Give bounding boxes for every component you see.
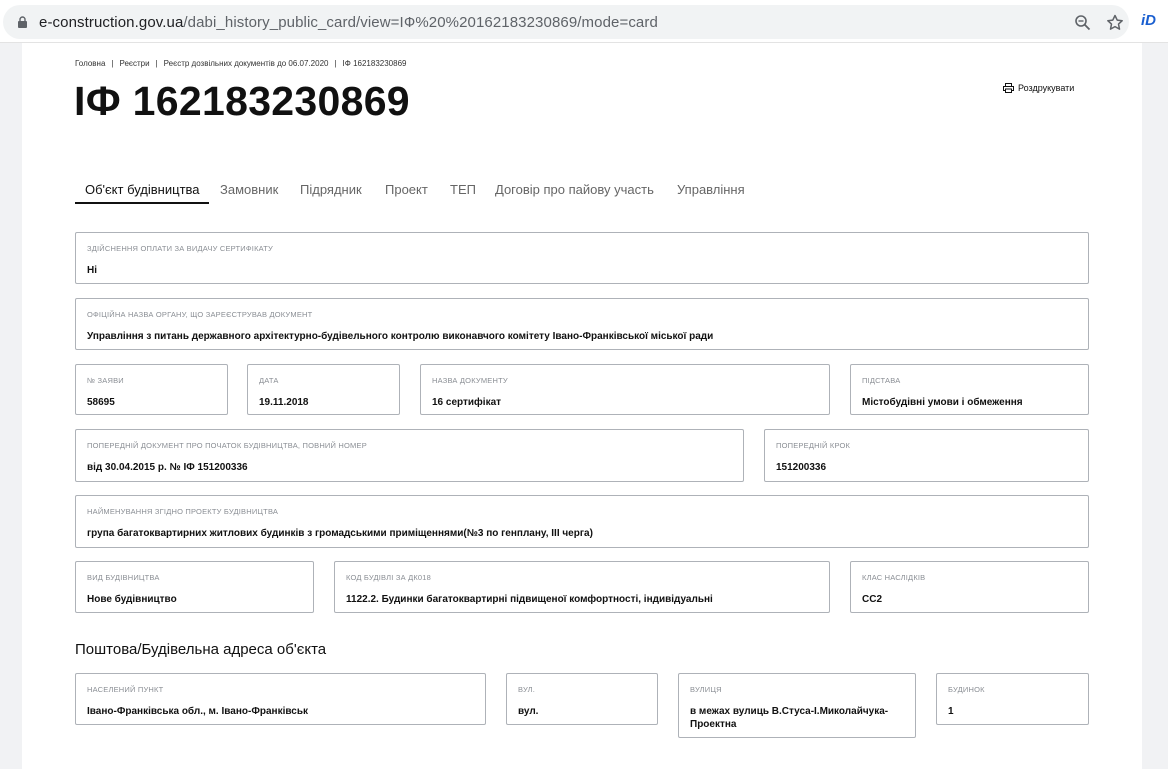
browser-toolbar: e-construction.gov.ua/dabi_history_publi… xyxy=(0,0,1168,43)
field-value: вул. xyxy=(518,706,539,717)
field-project-name: Найменування згідно проекту будівництва … xyxy=(75,495,1089,548)
print-button[interactable]: Роздрукувати xyxy=(1003,83,1074,93)
page-content: Головна | Реєстри | Реєстр дозвільних докуме… xyxy=(22,43,1142,769)
lock-icon[interactable] xyxy=(17,16,28,28)
field-label: Код будівлі за ДК018 xyxy=(346,573,432,582)
field-application-no: № заяви 58695 xyxy=(75,364,228,415)
field-document-name: Назва документу 16 сертифікат xyxy=(420,364,830,415)
field-building: Будинок 1 xyxy=(936,673,1089,725)
field-label: Найменування згідно проекту будівництва xyxy=(87,507,279,516)
field-street: Вулиця в межах вулиць В.Стуса-І.Миколайч… xyxy=(678,673,916,738)
field-street-type: Вул. вул. xyxy=(506,673,658,725)
field-value: 1 xyxy=(948,706,954,717)
page-title: IФ 162183230869 xyxy=(74,78,410,124)
field-label: Попередній документ про початок будівниц… xyxy=(87,441,367,450)
field-value: від 30.04.2015 р. № IФ 151200336 xyxy=(87,462,248,473)
field-label: Назва документу xyxy=(432,376,508,385)
breadcrumb-separator: | xyxy=(111,59,114,68)
tab-contractor[interactable]: Підрядник xyxy=(300,182,362,197)
field-label: Офіційна назва органу, що зареєстрував д… xyxy=(87,310,313,319)
field-basis: Підстава Містобудівні умови і обмеження xyxy=(850,364,1089,415)
tab-customer[interactable]: Замовник xyxy=(220,182,278,197)
field-value: Містобудівні умови і обмеження xyxy=(862,397,1023,408)
field-label: Вулиця xyxy=(690,685,722,694)
printer-icon xyxy=(1003,83,1014,93)
field-value: 151200336 xyxy=(776,462,827,473)
field-previous-document: Попередній документ про початок будівниц… xyxy=(75,429,744,482)
field-value: 16 сертифікат xyxy=(432,397,502,408)
field-label: Дата xyxy=(259,376,279,385)
field-date: Дата 19.11.2018 xyxy=(247,364,400,415)
print-label: Роздрукувати xyxy=(1018,83,1075,93)
field-settlement: Населений пункт Івано-Франківська обл., … xyxy=(75,673,486,725)
tab-contract[interactable]: Договір про пайову участь xyxy=(495,182,654,197)
field-value: Івано-Франківська обл., м. Івано-Франків… xyxy=(87,706,308,717)
field-payment: Здійснення оплати за видачу сертифікату … xyxy=(75,232,1089,284)
field-label: Клас наслідків xyxy=(862,573,926,582)
field-value: 1122.2. Будинки багатоквартирні підвищен… xyxy=(346,594,713,605)
field-label: Вул. xyxy=(518,685,536,694)
active-tab-indicator xyxy=(75,202,209,204)
field-label: Вид будівництва xyxy=(87,573,160,582)
field-label: Населений пункт xyxy=(87,685,164,694)
field-construction-type: Вид будівництва Нове будівництво xyxy=(75,561,314,613)
url-path: /dabi_history_public_card/view=IФ%20%201… xyxy=(183,14,658,31)
field-label: Будинок xyxy=(948,685,985,694)
field-previous-step: Попередній крок 151200336 xyxy=(764,429,1089,482)
breadcrumb: Головна | Реєстри | Реєстр дозвільних докуме… xyxy=(75,59,406,68)
tab-management[interactable]: Управління xyxy=(677,182,745,197)
breadcrumb-registries[interactable]: Реєстри xyxy=(119,59,149,68)
breadcrumb-registry[interactable]: Реєстр дозвільних документів до 06.07.20… xyxy=(164,59,329,68)
address-section-title: Поштова/Будівельна адреса об'єкта xyxy=(75,641,327,658)
tab-tep[interactable]: ТЕП xyxy=(450,182,476,197)
field-value: Управління з питань державного архітекту… xyxy=(87,331,714,342)
zoom-icon[interactable] xyxy=(1074,14,1092,32)
url-text[interactable]: e-construction.gov.ua/dabi_history_publi… xyxy=(39,14,658,31)
breadcrumb-home[interactable]: Головна xyxy=(75,59,105,68)
breadcrumb-separator: | xyxy=(155,59,158,68)
field-building-code: Код будівлі за ДК018 1122.2. Будинки баг… xyxy=(334,561,830,613)
extension-id-icon[interactable]: iD xyxy=(1141,12,1156,29)
address-bar[interactable]: e-construction.gov.ua/dabi_history_publi… xyxy=(3,5,1129,39)
tab-object[interactable]: Об'єкт будівництва xyxy=(85,182,200,197)
field-value: 58695 xyxy=(87,397,115,408)
field-value: в межах вулиць В.Стуса-І.Миколайчука-Про… xyxy=(690,706,889,730)
field-value: група багатоквартирних житлових будинків… xyxy=(87,528,593,539)
field-label: Попередній крок xyxy=(776,441,851,450)
field-value: СС2 xyxy=(862,594,883,605)
url-host: e-construction.gov.ua xyxy=(39,14,184,31)
field-label: Здійснення оплати за видачу сертифікату xyxy=(87,244,273,253)
field-value: 19.11.2018 xyxy=(259,397,309,408)
field-consequence-class: Клас наслідків СС2 xyxy=(850,561,1089,613)
field-authority: Офіційна назва органу, що зареєстрував д… xyxy=(75,298,1089,350)
field-label: № заяви xyxy=(87,376,124,385)
tab-project[interactable]: Проект xyxy=(385,182,428,197)
bookmark-star-icon[interactable] xyxy=(1105,13,1125,33)
field-label: Підстава xyxy=(862,376,901,385)
field-value: Ні xyxy=(87,265,97,276)
field-value: Нове будівництво xyxy=(87,594,177,605)
breadcrumb-separator: | xyxy=(334,59,337,68)
breadcrumb-current: IФ 162183230869 xyxy=(342,59,407,68)
